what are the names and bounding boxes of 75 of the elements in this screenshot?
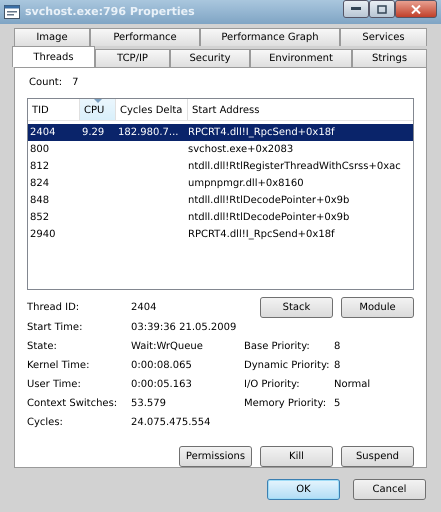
field-value: 0:00:08.065 [131,359,193,373]
field-value: 03:39:36 21.05.2009 [131,321,238,335]
thread-row[interactable]: 852 ntdll.dll!RtlDecodePointer+0x9b [28,208,413,226]
table-cell: ntdll.dll!RtlDecodePointer+0x9b [188,194,350,206]
field-label: Start Time: [27,321,84,335]
field-label: Kernel Time: [27,359,90,373]
close-icon [411,4,421,14]
field-value: 8 [334,340,340,354]
table-cell: umpnpmgr.dll+0x8160 [188,178,304,189]
tab[interactable]: Performance Graph [200,28,340,46]
close-button[interactable] [395,0,437,18]
thread-id: 2404 [30,126,56,138]
maximize-button[interactable] [369,0,395,18]
table-cell: 9.29 [82,126,104,138]
push-button[interactable]: Stack [260,296,333,318]
field-value: 0:00:05.163 [131,378,193,392]
thread-row[interactable]: 848 ntdll.dll!RtlDecodePointer+0x9b [28,192,413,209]
field-label: Memory Priority: [244,397,328,411]
tab[interactable]: Environment [250,49,352,67]
field-value: 53.579 [131,397,167,411]
field-value: 8 [334,359,340,373]
field-label: Cycles: [27,416,64,430]
thread-id: 2940 [30,228,56,240]
column-header[interactable]: Cycles Delta [116,98,188,120]
column-header[interactable]: CPU [80,98,116,120]
dialog-button[interactable]: OK [267,479,340,500]
minimize-icon [351,7,361,11]
count-label: Count: [29,76,62,90]
table-cell: ntdll.dll!RtlRegisterThreadWithCsrss+0xac [188,160,401,172]
tab[interactable]: Image [14,28,90,46]
push-button[interactable]: Suspend [341,446,414,467]
table-cell: ntdll.dll!RtlDecodePointer+0x9b [188,212,350,223]
minimize-button[interactable] [343,0,369,18]
field-label: Base Priority: [244,340,311,354]
field-label: State: [27,340,58,354]
field-value: Wait:WrQueue [131,340,204,354]
push-button[interactable]: Permissions [179,446,252,467]
field-label: I/O Priority: [244,378,301,392]
tab[interactable]: Services [340,28,427,46]
field-value: 24.075.475.554 [131,416,212,430]
maximize-icon [377,4,387,14]
thread-row[interactable]: 812 ntdll.dll!RtlRegisterThreadWithCsrss+0xac [28,158,413,175]
window-icon [4,5,20,19]
thread-id: 800 [30,144,50,155]
tab[interactable]: Threads [12,46,95,67]
table-cell: svchost.exe+0x2083 [188,144,294,155]
sort-arrow-icon [94,98,102,103]
field-label: Context Switches: [27,397,118,411]
table-cell: RPCRT4.dll!I_RpcSend+0x18f [188,126,335,138]
column-header[interactable]: Start Address [188,98,413,120]
push-button[interactable]: Kill [260,446,333,467]
thread-row[interactable]: 800 svchost.exe+0x2083 [28,140,413,158]
tab[interactable]: TCP/IP [95,49,170,67]
push-button[interactable]: Module [341,296,414,318]
table-cell: 182.980.7... [118,126,178,138]
thread-id: 852 [30,212,50,223]
field-value: Normal [334,378,370,392]
tab[interactable]: Strings [352,49,427,67]
dialog-button[interactable]: Cancel [353,479,426,500]
thread-row[interactable]: 2940 RPCRT4.dll!I_RpcSend+0x18f [28,226,413,243]
field-value: 2404 [131,300,158,314]
window-title: svchost.exe:796 Properties [25,4,196,20]
count-value: 7 [72,76,78,90]
thread-id: 848 [30,194,50,206]
thread-id: 824 [30,178,50,189]
tab[interactable]: Performance [90,28,200,46]
table-cell: RPCRT4.dll!I_RpcSend+0x18f [188,228,335,240]
field-label: User Time: [27,378,82,392]
field-label: Thread ID: [27,300,80,314]
thread-row[interactable]: 824 umpnpmgr.dll+0x8160 [28,174,413,192]
field-label: Dynamic Priority: [244,359,331,373]
tab[interactable]: Security [170,49,250,67]
thread-id: 812 [30,160,50,172]
thread-row[interactable]: 2404 9.29 182.980.7... RPCRT4.dll!I_RpcSend+0x18f [28,124,413,141]
field-value: 5 [334,397,340,411]
